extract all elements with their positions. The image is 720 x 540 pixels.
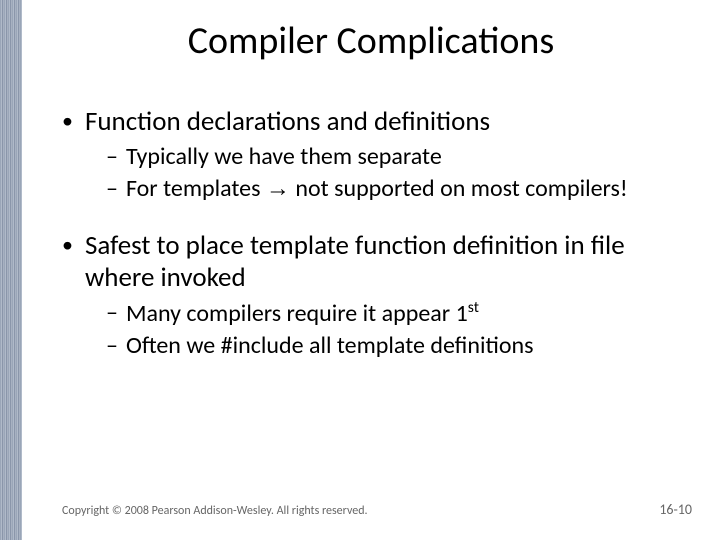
sub-bullet-2a-sup: st [468,298,479,317]
bullet-group-2: • Safest to place template function defi… [62,230,684,361]
sub-bullet-2b-text: Often we #include all template definitio… [126,331,534,361]
dash-icon: – [106,331,118,361]
slide-content: • Function declarations and definitions … [22,106,720,361]
sub-bullet-2a: – Many compilers require it appear 1st [106,298,684,329]
dash-icon: – [106,142,118,172]
slide-title: Compiler Complications [22,18,720,64]
sub-bullet-1b-post: not supported on most compilers! [290,174,628,203]
bullet-dot-icon: • [62,230,73,261]
page-number: 16-10 [659,501,692,518]
bullet-1-text: Function declarations and definitions [85,106,490,138]
sub-bullet-1b-text: For templates → not supported on most co… [126,174,628,204]
bullet-dot-icon: • [62,106,73,137]
sub-bullet-1b: – For templates → not supported on most … [106,174,684,204]
bullet-1: • Function declarations and definitions [62,106,684,138]
sub-bullet-2a-pre: Many compilers require it appear 1 [126,299,468,328]
bullet-group-1: • Function declarations and definitions … [62,106,684,204]
footer: Copyright © 2008 Pearson Addison-Wesley.… [62,501,692,518]
sub-bullet-1a: – Typically we have them separate [106,142,684,172]
sub-bullet-2b: – Often we #include all template definit… [106,331,684,361]
sub-bullet-2a-text: Many compilers require it appear 1st [126,298,479,329]
bullet-2-text: Safest to place template function defini… [85,230,684,294]
sub-bullet-1a-text: Typically we have them separate [126,142,442,172]
dash-icon: – [106,298,118,328]
copyright-text: Copyright © 2008 Pearson Addison-Wesley.… [62,504,368,518]
dash-icon: – [106,174,118,204]
decorative-left-strip [0,0,22,540]
sub-bullet-1b-pre: For templates [126,174,266,203]
slide-body: Compiler Complications • Function declar… [22,0,720,540]
bullet-2: • Safest to place template function defi… [62,230,684,294]
arrow-right-icon: → [266,175,290,202]
